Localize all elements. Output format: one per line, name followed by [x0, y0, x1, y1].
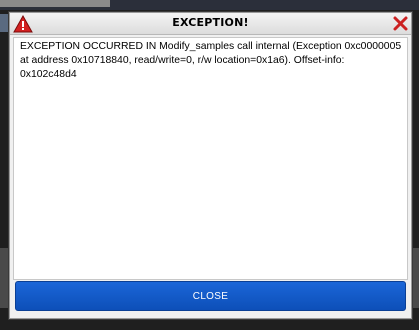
background-strip [0, 0, 110, 7]
dialog-title: EXCEPTION! [172, 16, 249, 29]
exception-message: EXCEPTION OCCURRED IN Modify_samples cal… [20, 41, 402, 80]
exception-dialog: EXCEPTION! EXCEPTION OCCURRED IN Modify_… [9, 12, 412, 319]
close-x-icon[interactable] [392, 15, 409, 32]
dialog-titlebar: EXCEPTION! [10, 13, 411, 35]
message-area: EXCEPTION OCCURRED IN Modify_samples cal… [13, 37, 408, 280]
close-button[interactable]: CLOSE [15, 281, 406, 311]
